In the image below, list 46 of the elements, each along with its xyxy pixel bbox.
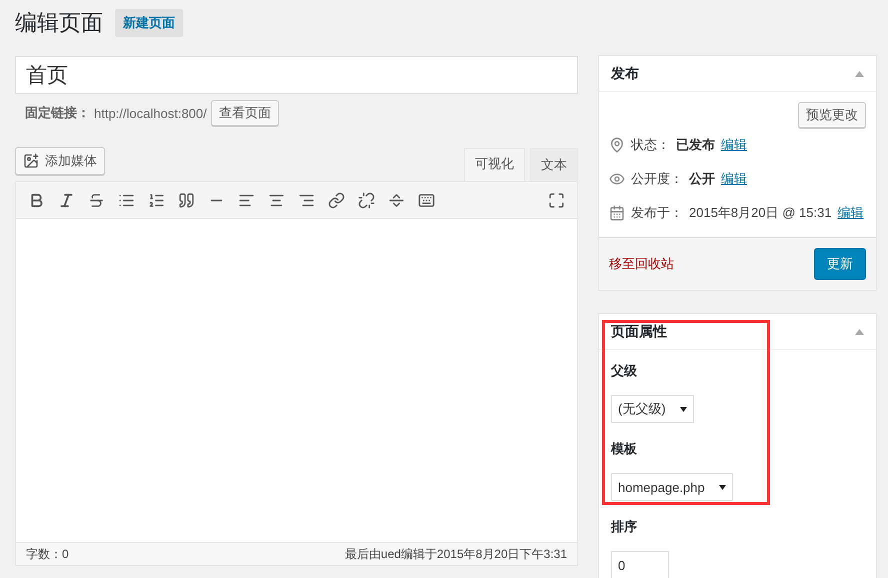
italic-icon[interactable] [58,192,75,208]
meta-value: 2015年8月20日 @ 15:31 [689,204,832,222]
title-input-field[interactable]: 首页 [15,56,578,94]
meta-label: 公开度： [631,170,683,188]
caret-icon [718,484,726,490]
editor-tab[interactable]: 可视化 [464,148,525,181]
panel-title: 发布 [611,64,639,82]
field-label: 排序 [611,518,638,536]
page-break-icon[interactable] [388,192,405,208]
edit-link[interactable]: 编辑 [721,136,747,154]
meta-label: 状态： [631,136,670,154]
order-input-field[interactable]: 0 [611,551,669,578]
caret-icon [680,406,687,412]
add-new-page-link[interactable]: 新建页面 [115,9,183,37]
meta-value: 已发布 [676,136,715,154]
pin-icon [609,137,625,153]
quote-icon[interactable] [178,192,195,208]
meta-label: 发布于： [631,204,683,222]
unlink-icon[interactable] [358,192,375,208]
field-label: 父级 [611,362,638,380]
word-count: 字数：0 [26,546,69,562]
template-select[interactable]: homepage.php [611,473,733,501]
edit-link[interactable]: 编辑 [838,204,864,222]
parent-select[interactable]: (无父级) [611,395,694,423]
preview-changes-button[interactable]: 预览更改 [798,102,866,128]
add-media-button[interactable]: 添加媒体 [15,147,105,175]
edit-link[interactable]: 编辑 [721,170,747,188]
media-icon [23,153,39,169]
strikethrough-icon[interactable] [88,192,105,208]
meta-value: 公开 [689,170,715,188]
link-icon[interactable] [328,192,345,208]
permalink-url: http://localhost:800/ [94,106,207,120]
view-page-button[interactable]: 查看页面 [210,100,279,126]
permalink-label: 固定链接： [25,104,90,122]
panel-title: 页面属性 [611,322,667,340]
update-button[interactable]: 更新 [814,248,866,280]
keyboard-icon[interactable] [418,192,435,208]
fullscreen-icon[interactable] [548,192,565,208]
page-title: 编辑页面 [15,10,103,38]
move-to-trash-link[interactable]: 移至回收站 [609,255,674,273]
calendar-icon [609,205,625,221]
field-label: 模板 [611,440,638,458]
last-edited-text: 最后由ued编辑于2015年8月20日下午3:31 [344,546,567,562]
eye-icon [609,171,625,187]
editor-tab[interactable]: 文本 [530,148,578,181]
numbered-list-icon[interactable] [148,192,165,208]
